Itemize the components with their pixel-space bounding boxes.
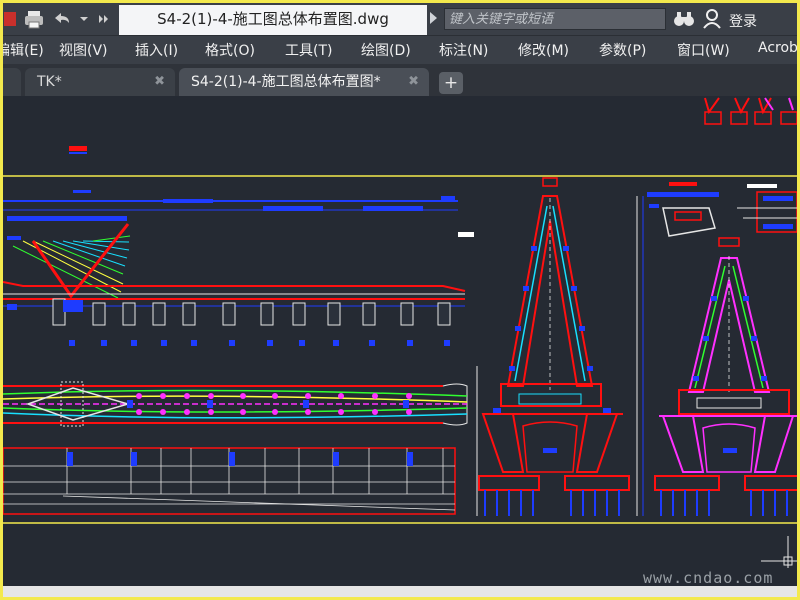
user-icon[interactable] (703, 9, 721, 29)
tab-start[interactable] (3, 68, 21, 96)
pylon-elevation-2 (654, 237, 797, 516)
bridge-elevation (3, 190, 474, 346)
file-tab-bar: TK* ✖ S4-2(1)-4-施工图总体布置图* ✖ + (3, 64, 797, 96)
window-title: S4-2(1)-4-施工图总体布置图.dwg (119, 5, 427, 35)
search-input[interactable]: 键入关键字或短语 (444, 8, 666, 30)
menu-modify[interactable]: 修改(M) (518, 40, 569, 60)
chevron-down-icon[interactable] (77, 9, 91, 29)
bridge-plan (3, 381, 468, 427)
print-icon[interactable] (23, 9, 45, 29)
tab-tk[interactable]: TK* ✖ (25, 68, 175, 96)
application-window: S4-2(1)-4-施工图总体布置图.dwg 键入关键字或短语 登录 编辑(E)… (0, 0, 800, 600)
watermark: www.cndao.com (643, 569, 774, 587)
menu-tools[interactable]: 工具(T) (285, 40, 332, 60)
ucs-icon (761, 536, 797, 568)
tab-active-drawing[interactable]: S4-2(1)-4-施工图总体布置图* ✖ (179, 68, 429, 96)
pylon-elevation-1 (478, 177, 630, 516)
tab-label: S4-2(1)-4-施工图总体布置图* (191, 74, 381, 90)
drawing-canvas[interactable]: www.cndao.com (3, 96, 797, 587)
autocad-icon[interactable] (3, 9, 17, 29)
menu-insert[interactable]: 插入(I) (135, 40, 178, 60)
binoculars-icon[interactable] (673, 10, 695, 32)
section-details (647, 182, 797, 237)
menu-draw[interactable]: 绘图(D) (361, 40, 411, 60)
tab-label: TK* (37, 74, 62, 90)
plus-icon[interactable]: + (439, 72, 463, 94)
menu-parameter[interactable]: 参数(P) (599, 40, 646, 60)
double-chevron-right-icon[interactable] (97, 9, 111, 29)
title-expand-arrow-icon[interactable] (430, 12, 437, 24)
menu-format[interactable]: 格式(O) (205, 40, 255, 60)
menu-acrobat[interactable]: Acrobat (758, 40, 797, 56)
menu-view[interactable]: 视图(V) (59, 40, 108, 60)
title-bar: S4-2(1)-4-施工图总体布置图.dwg 键入关键字或短语 登录 (3, 3, 797, 35)
close-icon[interactable]: ✖ (408, 68, 419, 96)
cad-drawing (3, 97, 797, 568)
undo-icon[interactable] (51, 9, 73, 29)
menu-bar: 编辑(E) 视图(V) 插入(I) 格式(O) 工具(T) 绘图(D) 标注(N… (3, 35, 797, 64)
menu-window[interactable]: 窗口(W) (677, 40, 730, 60)
quantity-table (3, 447, 456, 515)
menu-dimension[interactable]: 标注(N) (439, 40, 488, 60)
menu-edit[interactable]: 编辑(E) (3, 40, 44, 60)
close-icon[interactable]: ✖ (154, 68, 165, 96)
login-button[interactable]: 登录 (729, 11, 757, 31)
status-bar (3, 586, 797, 597)
top-right-detail (704, 97, 797, 125)
